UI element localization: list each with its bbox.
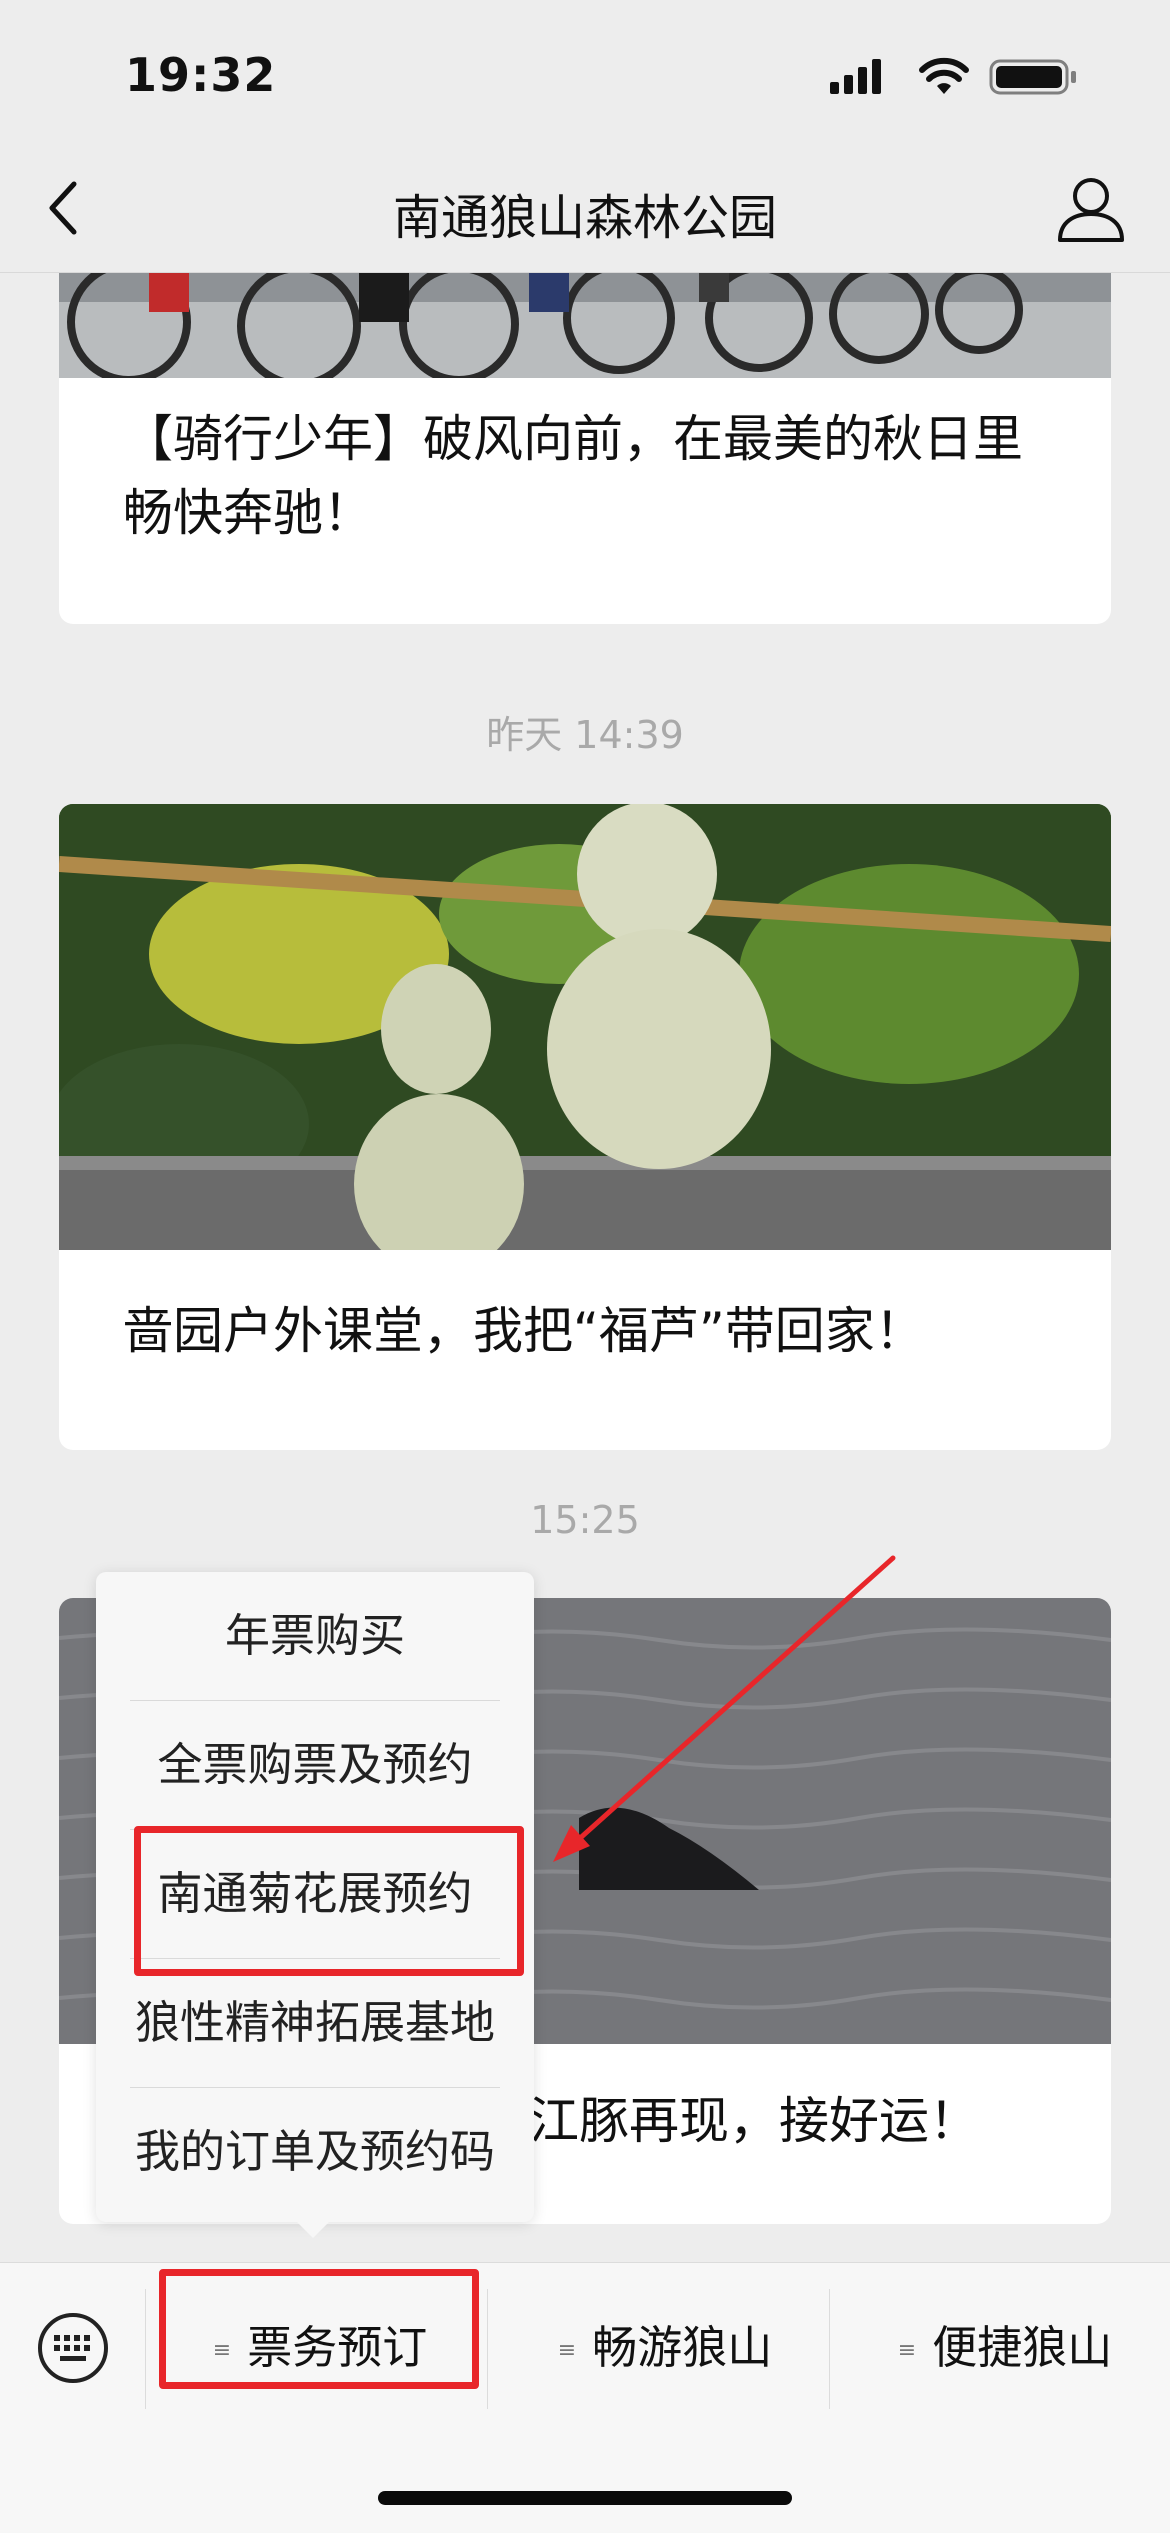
tab-explore-langshan[interactable]: ≡ 畅游狼山 xyxy=(500,2293,830,2403)
battery-icon xyxy=(989,59,1076,95)
page-title: 南通狼山森林公园 xyxy=(392,190,777,246)
menu-item-my-orders[interactable]: 我的订单及预约码 xyxy=(96,2088,534,2216)
article-thumbnail-image xyxy=(59,272,1111,378)
tab-convenient-langshan[interactable]: ≡ 便捷狼山 xyxy=(840,2293,1170,2403)
tab-divider xyxy=(487,2289,488,2409)
article-title: 【骑行少年】破风向前，在最美的秋日里畅快奔驰！ xyxy=(123,410,1023,542)
tab-divider xyxy=(145,2289,146,2409)
tab-label: 便捷狼山 xyxy=(932,2321,1113,2374)
message-timestamp: 15:25 xyxy=(530,1498,640,1542)
status-time: 19:32 xyxy=(125,48,277,102)
nav-bar: 南通狼山森林公园 xyxy=(0,150,1170,273)
article-thumbnail-image xyxy=(59,804,1111,1250)
article-card[interactable]: 啬园户外课堂，我把“福芦”带回家！ xyxy=(59,804,1111,1450)
user-profile-icon[interactable] xyxy=(1056,172,1126,244)
article-title: 江豚再现，接好运！ xyxy=(529,2092,979,2150)
annotation-highlight-box xyxy=(159,2269,479,2389)
submenu-indicator-icon: ≡ xyxy=(897,2338,917,2363)
keyboard-icon[interactable] xyxy=(36,2311,110,2385)
article-card[interactable]: 【骑行少年】破风向前，在最美的秋日里畅快奔驰！ xyxy=(59,272,1111,624)
menu-item-training-base[interactable]: 狼性精神拓展基地 xyxy=(96,1959,534,2087)
tab-label: 畅游狼山 xyxy=(592,2321,773,2374)
home-indicator[interactable] xyxy=(378,2491,792,2505)
wifi-icon xyxy=(919,57,969,94)
menu-item-full-ticket-booking[interactable]: 全票购票及预约 xyxy=(96,1701,534,1829)
message-timestamp: 昨天 14:39 xyxy=(486,713,684,757)
article-title: 啬园户外课堂，我把“福芦”带回家！ xyxy=(123,1302,925,1360)
annotation-highlight-box xyxy=(134,1826,524,1976)
status-bar: 19:32 xyxy=(0,0,1170,150)
tab-divider xyxy=(829,2289,830,2409)
popup-pointer xyxy=(295,2220,331,2238)
status-icons xyxy=(830,57,1076,95)
submenu-indicator-icon: ≡ xyxy=(557,2338,577,2363)
cellular-signal-icon xyxy=(830,59,881,94)
menu-item-annual-pass[interactable]: 年票购买 xyxy=(96,1572,534,1700)
